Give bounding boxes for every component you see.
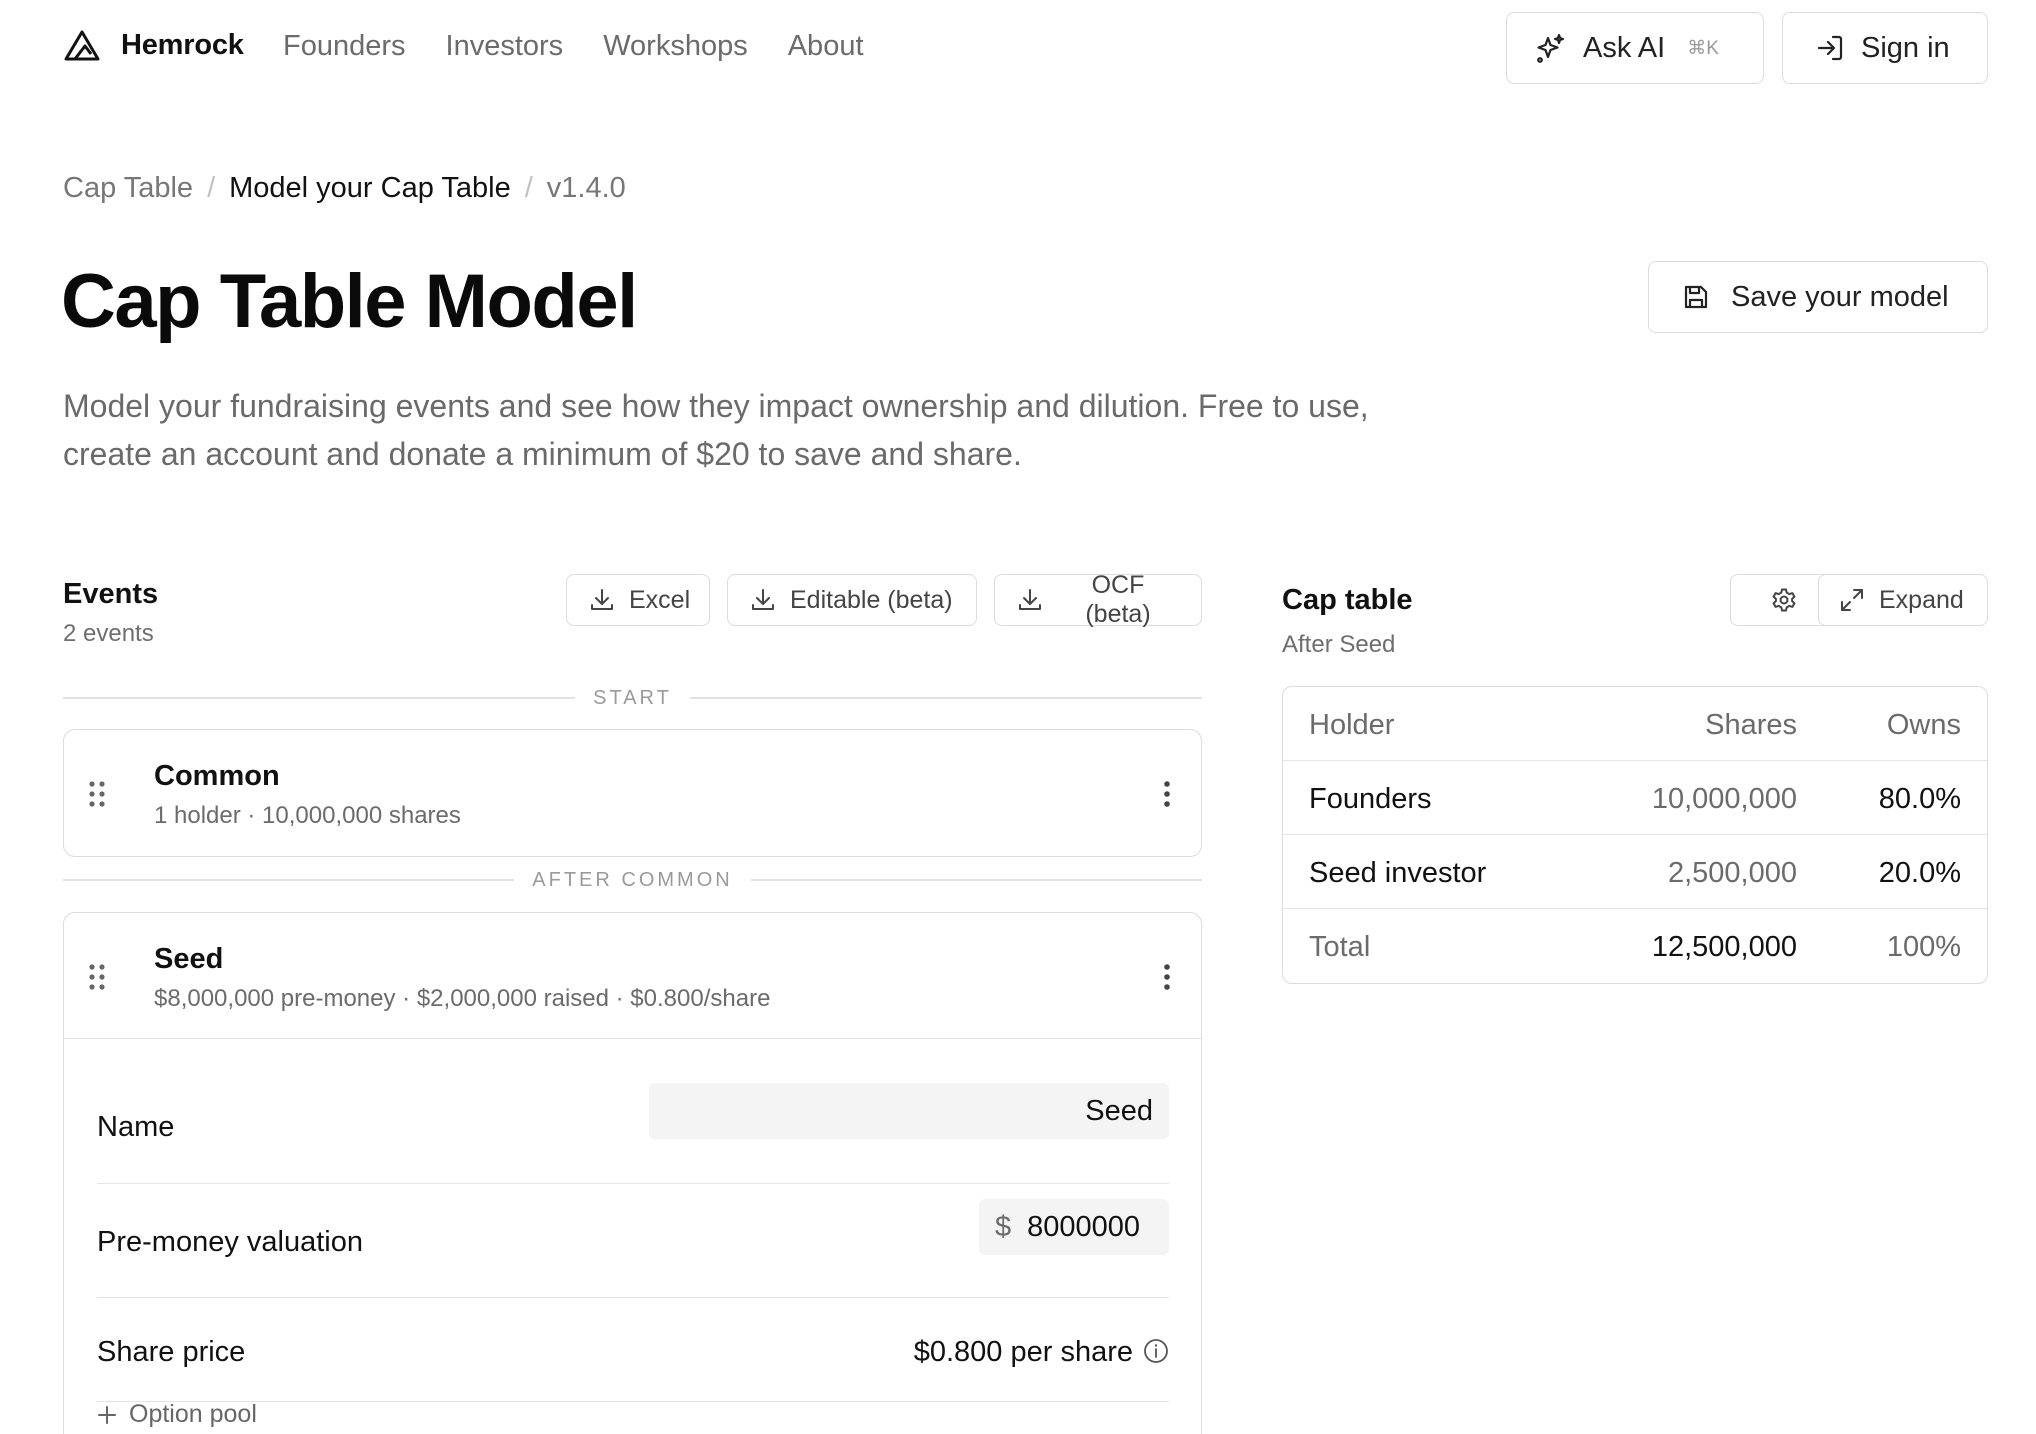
- more-options-icon[interactable]: [1163, 963, 1171, 991]
- download-icon: [1019, 589, 1041, 610]
- field-row-share-price: Share price $0.800 per share: [97, 1298, 1169, 1402]
- field-label-premoney: Pre-money valuation: [97, 1226, 363, 1258]
- event-card-header[interactable]: Seed $8,000,000 pre-money · $2,000,000 r…: [64, 913, 1201, 1039]
- ask-ai-label: Ask AI: [1583, 31, 1666, 64]
- breadcrumb-separator: /: [524, 172, 533, 204]
- timeline-divider-after-common: AFTER COMMON: [63, 865, 1202, 895]
- column-header-holder[interactable]: Holder: [1309, 709, 1394, 742]
- holder-shares: 2,500,000: [1667, 857, 1797, 889]
- drag-handle-icon[interactable]: [88, 780, 106, 808]
- event-name: Common: [154, 760, 280, 792]
- export-excel-label: Excel: [629, 585, 691, 614]
- event-meta: 1 holder · 10,000,000 shares: [154, 802, 461, 829]
- ask-ai-shortcut: ⌘K: [1687, 37, 1719, 59]
- drag-handle-icon[interactable]: [88, 963, 106, 991]
- timeline-divider-start: START: [63, 683, 1202, 713]
- holder-ownership: 20.0%: [1878, 857, 1961, 889]
- expand-label: Expand: [1879, 585, 1964, 614]
- table-total-row: Total 12,500,000 100%: [1283, 909, 1987, 981]
- export-excel-button[interactable]: Excel: [566, 574, 710, 626]
- save-model-label: Save your model: [1731, 280, 1949, 313]
- column-header-shares[interactable]: Shares: [1705, 709, 1797, 742]
- sign-in-icon: [1817, 35, 1843, 61]
- table-row: Seed investor 2,500,000 20.0%: [1283, 835, 1987, 909]
- event-meta: $8,000,000 pre-money · $2,000,000 raised…: [154, 985, 771, 1012]
- table-row: Founders 10,000,000 80.0%: [1283, 761, 1987, 835]
- premoney-input[interactable]: [1027, 1210, 1153, 1244]
- primary-nav: Founders Investors Workshops About: [283, 30, 864, 63]
- holder-ownership: 80.0%: [1878, 783, 1961, 815]
- holder-name: Seed investor: [1309, 857, 1487, 889]
- field-label-name: Name: [97, 1111, 175, 1143]
- total-shares: 12,500,000: [1651, 931, 1797, 963]
- gear-icon: [1772, 588, 1796, 612]
- export-editable-button[interactable]: Editable (beta): [727, 574, 977, 626]
- holder-name: Founders: [1309, 783, 1432, 815]
- event-card-common[interactable]: Common 1 holder · 10,000,000 shares: [63, 729, 1202, 857]
- event-card-header[interactable]: Common 1 holder · 10,000,000 shares: [64, 730, 1201, 856]
- brand-name: Hemrock: [121, 28, 244, 61]
- breadcrumb-cap-table[interactable]: Cap Table: [63, 172, 193, 205]
- export-editable-label: Editable (beta): [790, 585, 953, 614]
- export-ocf-label: OCF (beta): [1085, 571, 1151, 628]
- ask-ai-button[interactable]: Ask AI ⌘K: [1506, 12, 1764, 84]
- breadcrumb-model[interactable]: Model your Cap Table: [229, 172, 511, 205]
- page-description: Model your fundraising events and see ho…: [63, 388, 1369, 472]
- export-ocf-button[interactable]: OCF (beta): [994, 571, 1202, 628]
- field-label-share-price: Share price: [97, 1336, 246, 1368]
- event-name: Seed: [154, 943, 224, 975]
- mountain-logo-icon: [64, 30, 100, 61]
- cap-table: Holder Shares Owns Founders 10,000,000 8…: [1282, 686, 1988, 984]
- divider-label: AFTER COMMON: [532, 868, 733, 891]
- total-label: Total: [1309, 931, 1371, 963]
- cap-table-subtitle: After Seed: [1282, 631, 1396, 658]
- expand-icon: [1841, 589, 1863, 611]
- save-model-button[interactable]: Save your model: [1648, 261, 1988, 333]
- breadcrumb-version: v1.4.0: [546, 172, 626, 204]
- events-count: 2 events: [63, 620, 154, 647]
- holder-shares: 10,000,000: [1651, 783, 1797, 815]
- sign-in-label: Sign in: [1861, 31, 1950, 64]
- download-icon: [591, 589, 613, 610]
- currency-symbol: $: [995, 1210, 1012, 1243]
- nav-link-about[interactable]: About: [788, 30, 864, 63]
- info-icon[interactable]: [1143, 1338, 1169, 1364]
- field-row-premoney: Pre-money valuation $: [97, 1184, 1169, 1298]
- events-title: Events: [63, 578, 159, 610]
- nav-link-founders[interactable]: Founders: [283, 30, 406, 63]
- download-icon: [752, 589, 774, 610]
- add-option-pool-label: Option pool: [129, 1400, 257, 1428]
- event-name-input[interactable]: [649, 1083, 1169, 1139]
- total-ownership: 100%: [1886, 931, 1961, 963]
- plus-icon: [98, 1405, 116, 1424]
- sign-in-button[interactable]: Sign in: [1782, 12, 1988, 84]
- breadcrumb: Cap Table / Model your Cap Table / v1.4.…: [63, 172, 626, 205]
- divider-label: START: [593, 686, 672, 709]
- sparkle-icon: [1537, 33, 1565, 63]
- page-title: Cap Table Model: [61, 259, 638, 344]
- more-options-icon[interactable]: [1163, 780, 1171, 808]
- expand-cap-table-button[interactable]: Expand: [1818, 574, 1988, 626]
- premoney-field[interactable]: $: [979, 1199, 1169, 1255]
- top-nav: Hemrock Founders Investors Workshops Abo…: [0, 0, 2036, 96]
- share-price-value: $0.800 per share: [913, 1336, 1133, 1368]
- field-row-name: Name: [97, 1083, 1169, 1184]
- nav-link-workshops[interactable]: Workshops: [603, 30, 748, 63]
- breadcrumb-separator: /: [207, 172, 216, 204]
- event-card-seed[interactable]: Seed $8,000,000 pre-money · $2,000,000 r…: [63, 912, 1202, 1434]
- add-option-pool-button[interactable]: Option pool: [97, 1400, 257, 1429]
- cap-table-title: Cap table: [1282, 584, 1413, 616]
- nav-link-investors[interactable]: Investors: [446, 30, 564, 63]
- column-header-owns[interactable]: Owns: [1887, 709, 1961, 742]
- save-icon: [1684, 285, 1708, 309]
- brand-logo[interactable]: Hemrock: [63, 28, 244, 62]
- table-header: Holder Shares Owns: [1283, 687, 1987, 761]
